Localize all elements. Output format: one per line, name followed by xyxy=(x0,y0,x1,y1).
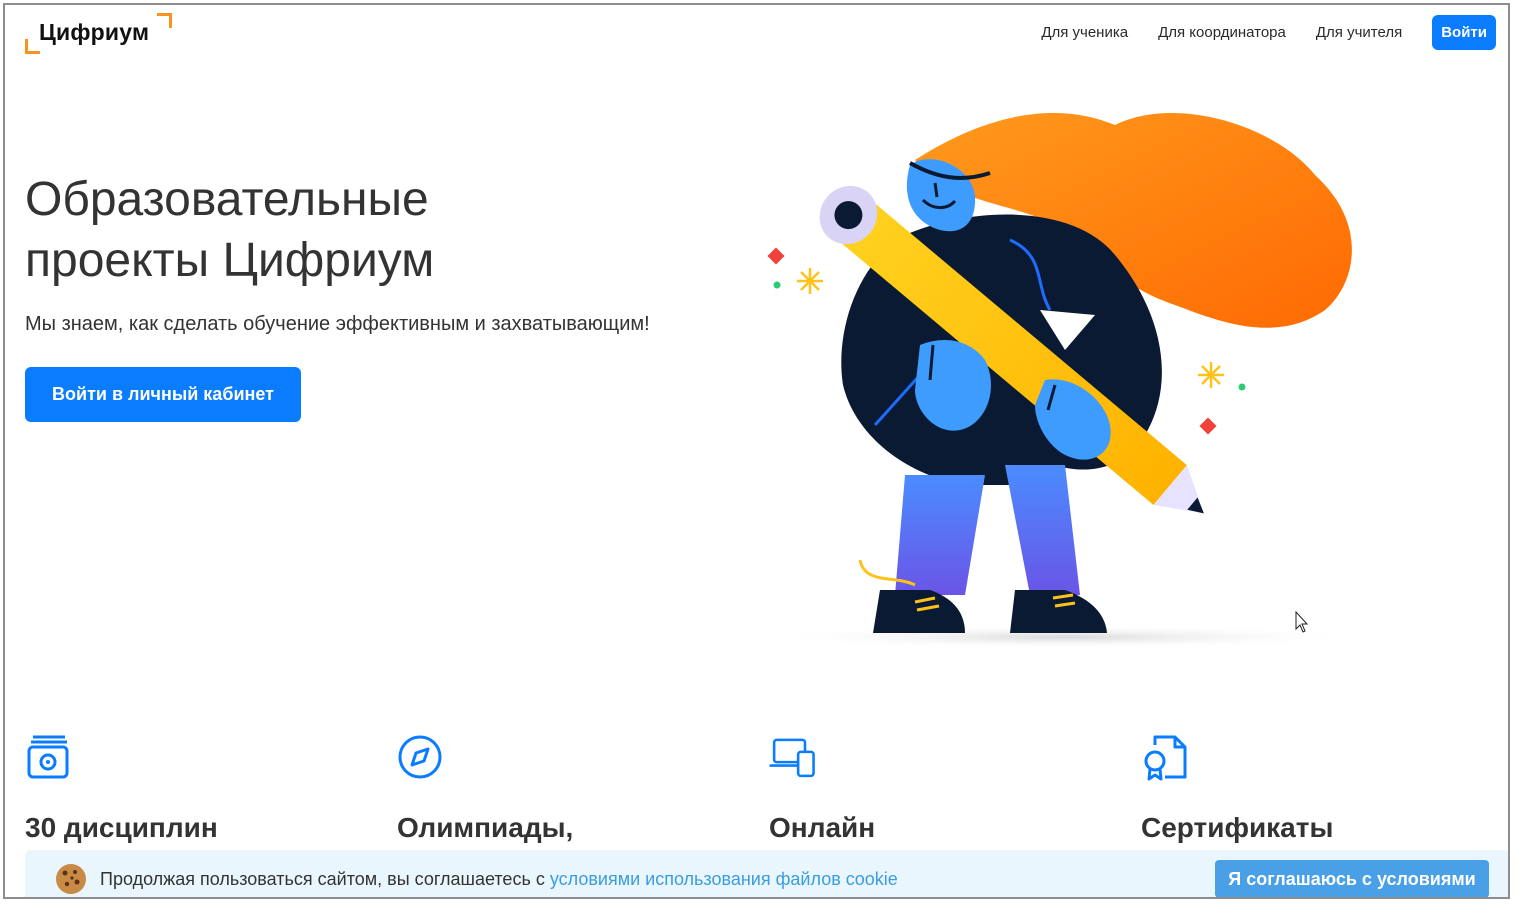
nav-link-coordinator[interactable]: Для координатора xyxy=(1158,24,1286,41)
feature-title: Онлайн xyxy=(769,812,876,843)
cookie-text: Продолжая пользоваться сайтом, вы соглаш… xyxy=(100,869,550,889)
cookie-policy-link[interactable]: условиями использования файлов cookie xyxy=(550,869,898,889)
feature-disciplines: 30 дисциплин xyxy=(25,733,365,844)
logo-text: Цифриум xyxy=(39,19,150,45)
logo-corner-right xyxy=(157,13,172,28)
compass-icon xyxy=(398,735,442,779)
nav-link-student[interactable]: Для ученика xyxy=(1041,24,1128,41)
cookie-message: Продолжая пользоваться сайтом, вы соглаш… xyxy=(100,869,898,890)
feature-title: Олимпиады, xyxy=(397,812,574,843)
certificate-icon xyxy=(1144,735,1187,781)
hero-title-line1: Образовательные xyxy=(25,173,429,226)
feature-online: Онлайн xyxy=(769,733,1109,844)
logo-corner-left xyxy=(25,39,40,54)
devices-icon xyxy=(769,738,815,778)
feature-title: Сертификаты xyxy=(1141,812,1334,843)
hero-illustration xyxy=(765,112,1365,649)
top-nav: Для ученика Для координатора Для учителя… xyxy=(1041,15,1496,50)
cookie-icon xyxy=(56,864,86,894)
login-button[interactable]: Войти xyxy=(1432,15,1496,50)
feature-certificates: Сертификаты xyxy=(1141,733,1481,844)
hero-title: Образовательные проекты Цифриум xyxy=(25,169,585,291)
logo[interactable]: Цифриум xyxy=(25,13,175,57)
hero-title-line2: проекты Цифриум xyxy=(25,234,435,287)
nav-link-teacher[interactable]: Для учителя xyxy=(1316,24,1402,41)
hero-subtitle: Мы знаем, как сделать обучение эффективн… xyxy=(25,313,650,335)
feature-olympiads: Олимпиады, xyxy=(397,733,737,844)
cookie-banner: Продолжая пользоваться сайтом, вы соглаш… xyxy=(25,850,1508,897)
feature-title: 30 дисциплин xyxy=(25,812,218,843)
disciplines-icon xyxy=(27,735,69,779)
mouse-cursor-icon xyxy=(1295,611,1309,633)
accept-cookies-button[interactable]: Я соглашаюсь с условиями xyxy=(1215,860,1489,897)
personal-account-button[interactable]: Войти в личный кабинет xyxy=(25,367,301,422)
browser-frame: Цифриум Для ученика Для координатора Для… xyxy=(3,3,1510,899)
